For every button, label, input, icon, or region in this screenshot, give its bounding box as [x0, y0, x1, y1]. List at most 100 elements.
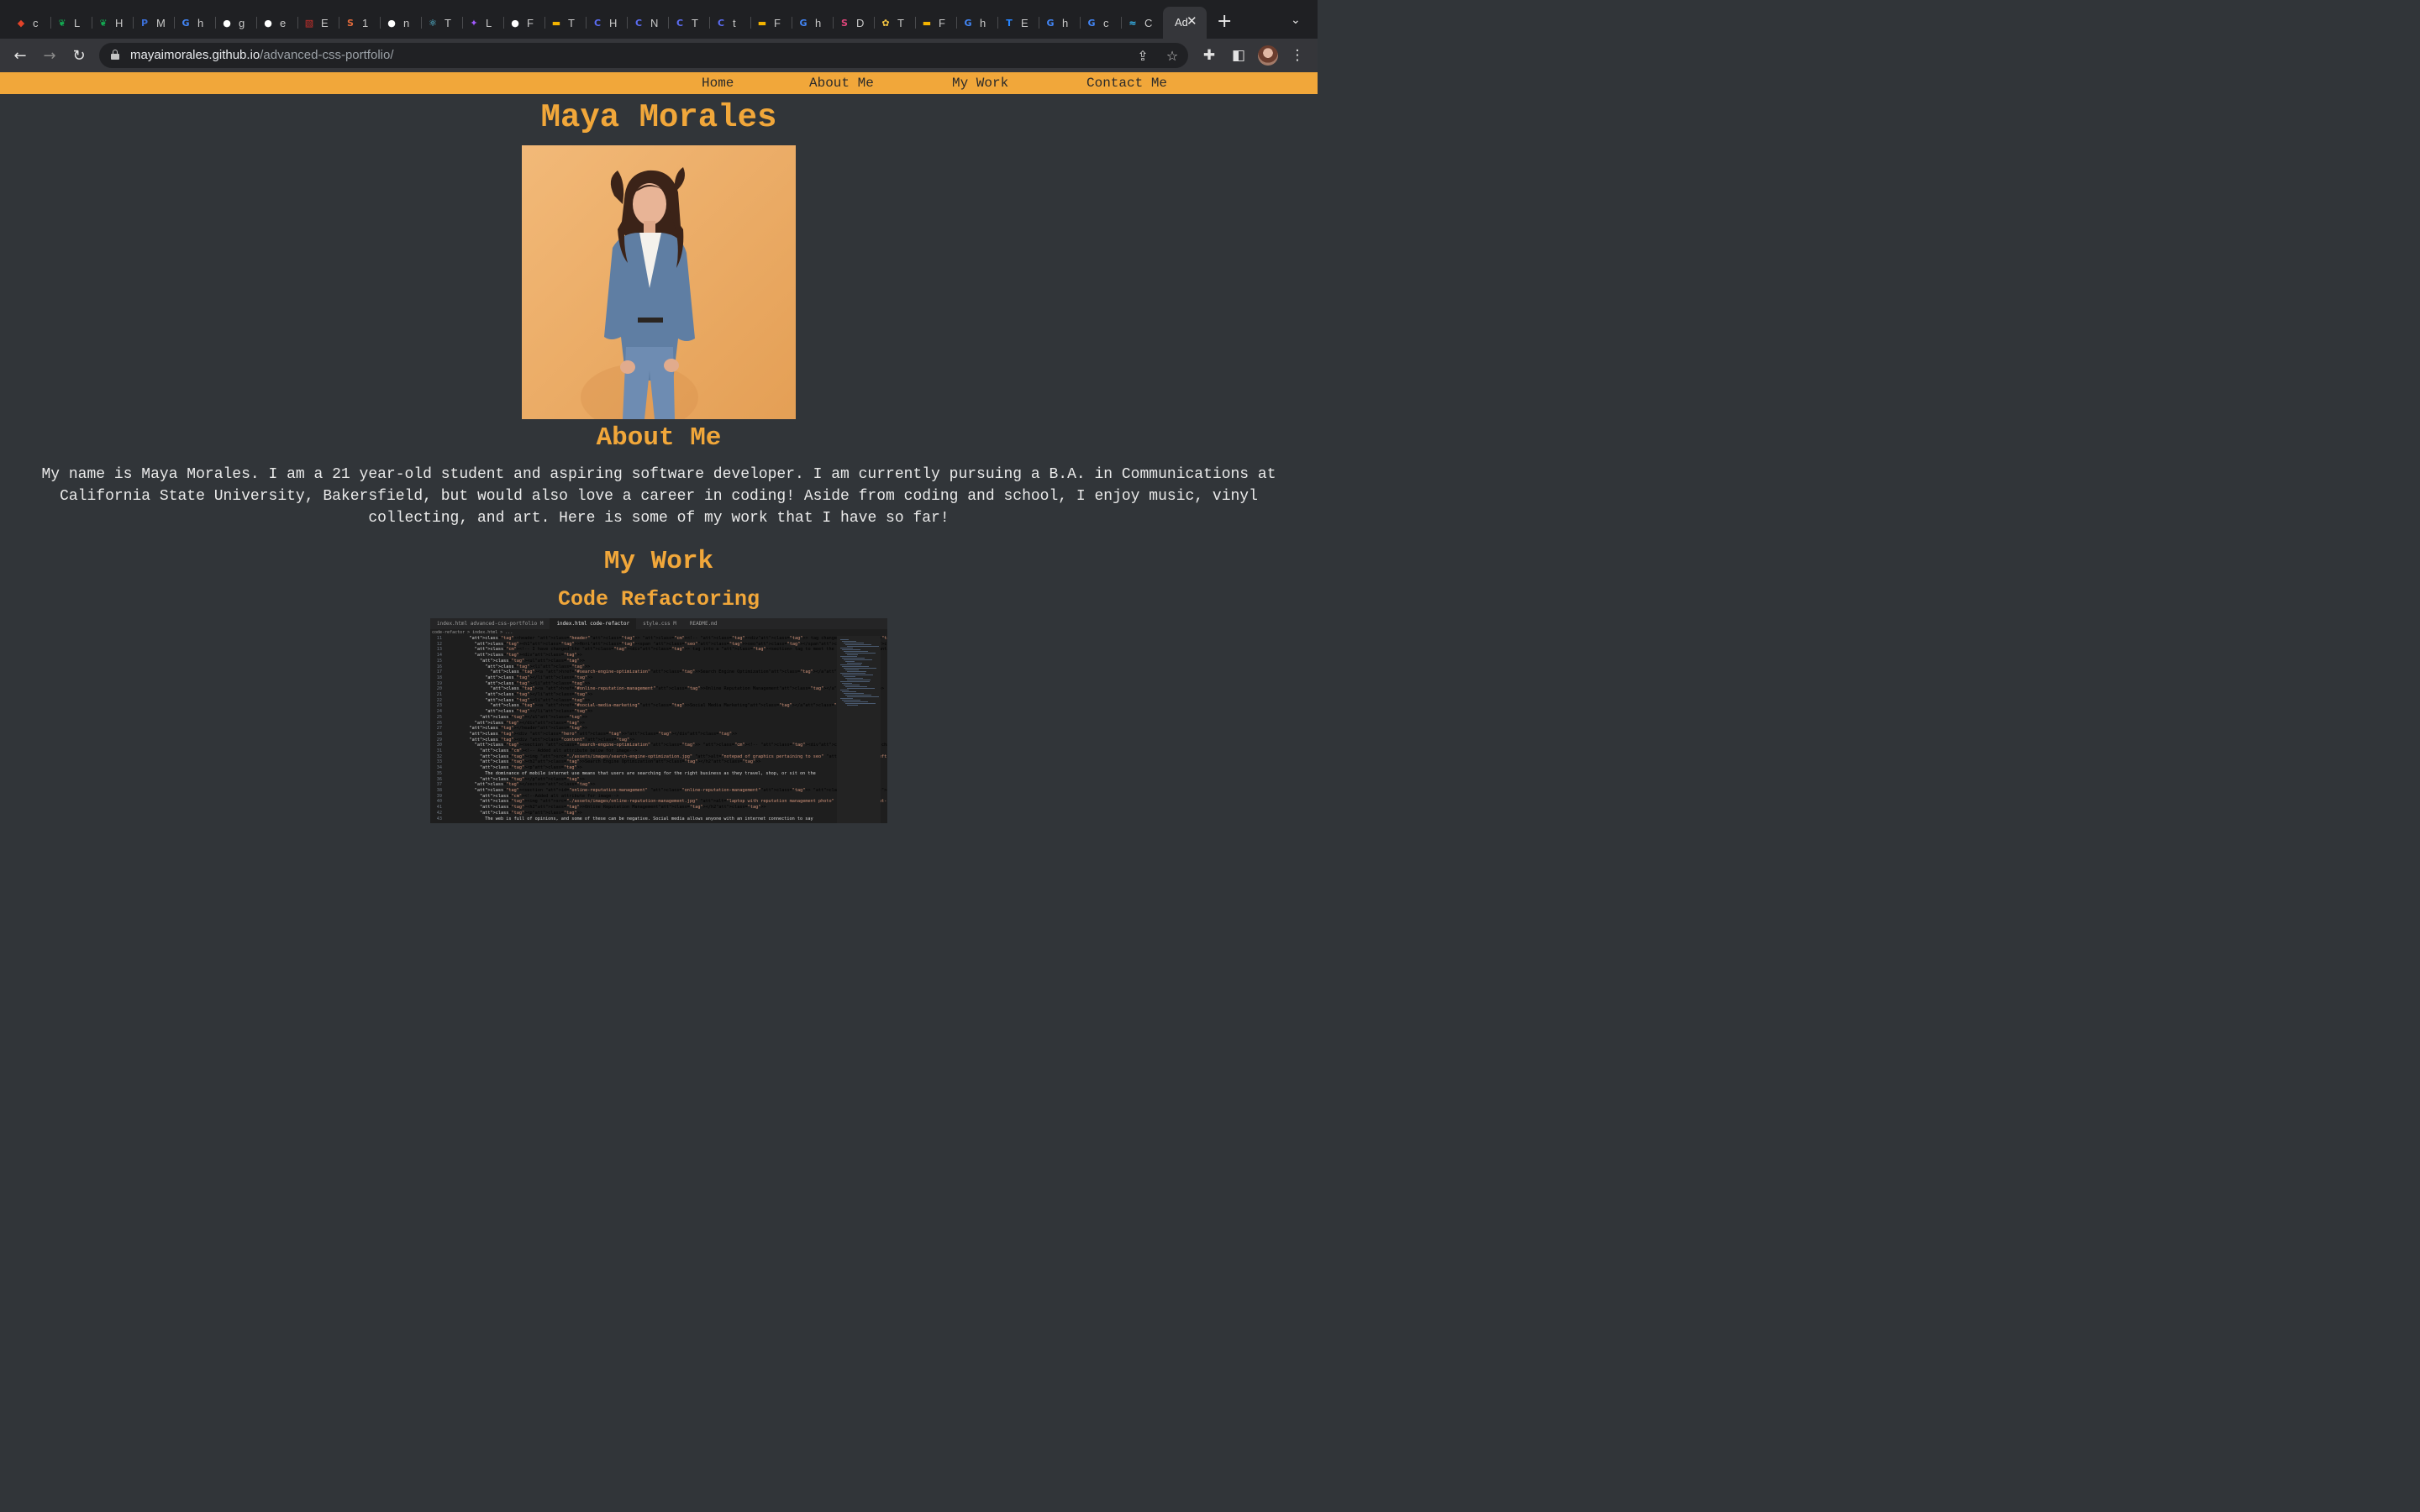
code-line: 34 "att">class="tag"><p"att">class="tag"… [430, 765, 837, 771]
code-line: 25 "att">class="tag"></ul"att">class="ta… [430, 715, 837, 721]
browser-tab[interactable]: ▬ F [755, 13, 781, 32]
browser-tab[interactable]: ● F [508, 13, 534, 32]
react-icon: ⚛ [429, 17, 437, 29]
browser-tab-title: E [321, 16, 329, 29]
minimap-line [847, 688, 875, 689]
line-number: 25 [436, 714, 442, 720]
browser-tab[interactable]: TE [1002, 13, 1028, 32]
code-line: 16 "att">class="tag"><li"att">class="tag… [430, 664, 837, 670]
minimap-line [847, 696, 879, 697]
nav-work-link[interactable]: My Work [952, 76, 1008, 91]
browser-tab-title: F [939, 16, 945, 29]
browser-tab[interactable]: Gh [179, 13, 203, 32]
url-path: /advanced-css-portfolio/ [260, 48, 394, 62]
minimap-line [844, 659, 872, 660]
browser-tab[interactable]: Gh [797, 13, 821, 32]
tab-separator [709, 17, 710, 29]
line-number: 22 [436, 697, 442, 703]
tab-separator [503, 17, 504, 29]
browser-tab[interactable]: ● g [220, 13, 245, 32]
code-line: 23 "att">class="tag"><a "att">href="#soc… [430, 703, 853, 709]
nav-about-link[interactable]: About Me [809, 76, 874, 91]
tab-separator [380, 17, 381, 29]
browser-tab[interactable]: ≈ C [1126, 13, 1152, 32]
side-panel-icon[interactable]: ◧ [1228, 45, 1249, 66]
address-bar[interactable]: mayaimorales.github.io/advanced-css-port… [99, 43, 1188, 68]
browser-tab[interactable]: Gh [1044, 13, 1068, 32]
browser-tab[interactable]: Gc [1085, 13, 1108, 32]
url-text[interactable]: mayaimorales.github.io/advanced-css-port… [130, 48, 394, 62]
browser-tab[interactable]: SD [838, 13, 864, 32]
lock-icon[interactable] [111, 50, 119, 60]
github-icon: ● [223, 17, 231, 29]
browser-tab-title: C [1144, 16, 1153, 29]
extensions-puzzle-icon[interactable]: ✚ [1199, 45, 1219, 66]
browser-tab[interactable]: ▬ T [550, 13, 575, 32]
bookmark-star-icon[interactable]: ☆ [1163, 46, 1181, 65]
browser-tab[interactable]: ✿ T [879, 13, 904, 32]
line-number: 18 [436, 675, 442, 680]
minimap-line [842, 658, 865, 659]
browser-tab[interactable]: ▧ E [302, 13, 329, 32]
active-tab[interactable]: Ad ✕ [1163, 7, 1207, 39]
line-number: 40 [436, 799, 442, 805]
browser-tab[interactable]: CT [673, 13, 698, 32]
browser-tab[interactable]: ❦ L [55, 13, 80, 32]
share-icon[interactable]: ⇪ [1134, 46, 1152, 65]
tab-separator [627, 17, 628, 29]
browser-tab-title: c [33, 16, 39, 29]
line-number: 23 [436, 703, 442, 709]
tab-separator [997, 17, 998, 29]
tab-separator [1121, 17, 1122, 29]
tab-separator [750, 17, 751, 29]
nav-contact-link[interactable]: Contact Me [1086, 76, 1167, 91]
browser-tab[interactable]: Ct [714, 13, 736, 32]
profile-avatar[interactable] [1258, 45, 1278, 66]
google-icon: G [799, 17, 808, 29]
browser-tab[interactable]: CN [632, 13, 658, 32]
tab-separator [50, 17, 51, 29]
browser-tab[interactable]: Gh [961, 13, 986, 32]
browser-tab[interactable]: S1 [344, 13, 368, 32]
browser-tab[interactable]: CH [591, 13, 617, 32]
code-line: 28 "att">class="tag"><div "att">class="h… [430, 732, 837, 738]
github-icon: ● [511, 17, 519, 29]
minimap-line [840, 664, 861, 665]
slides-icon: ▬ [922, 17, 932, 29]
browser-tab-title: T [445, 16, 451, 29]
line-number: 32 [436, 753, 442, 759]
tab-separator [544, 17, 545, 29]
reload-icon[interactable]: ↻ [69, 45, 89, 66]
about-paragraph: My name is Maya Morales. I am a 21 year-… [41, 466, 1276, 527]
browser-tab[interactable]: ● n [385, 13, 409, 32]
tab-separator [462, 17, 463, 29]
minimap-line [847, 663, 862, 664]
tab-separator [668, 17, 669, 29]
code-line: 33 "att">class="tag"><h2"att">class="tag… [430, 759, 837, 765]
nav-home-link[interactable]: Home [702, 76, 734, 91]
forward-arrow-icon[interactable]: → [39, 45, 60, 66]
close-tab-icon[interactable]: ✕ [1186, 13, 1197, 29]
about-heading: About Me [596, 423, 722, 453]
line-number: 13 [436, 647, 442, 653]
browser-tab[interactable]: ⚛ T [426, 13, 451, 32]
browser-tab[interactable]: ◆ c [14, 13, 39, 32]
browser-tab[interactable]: ● e [261, 13, 286, 32]
more-menu-icon[interactable]: ⋮ [1287, 45, 1307, 66]
tab-search-chevron-icon[interactable]: ⌄ [1291, 13, 1301, 27]
t-icon: T [1006, 17, 1013, 29]
back-arrow-icon[interactable]: ← [10, 45, 30, 66]
code-line: 14 "att">class="tag"><div"att">class="ta… [430, 653, 837, 659]
new-tab-button[interactable]: + [1217, 11, 1232, 32]
browser-tab[interactable]: ✦ L [467, 13, 492, 32]
browser-tab[interactable]: PM [138, 13, 166, 32]
code-line: 27 "att">class="tag"></header"att">class… [430, 726, 837, 732]
browser-tab[interactable]: ❦ H [97, 13, 123, 32]
github-icon: ● [264, 17, 272, 29]
code-line: 19 "att">class="tag"><li"att">class="tag… [430, 681, 837, 687]
url-host: mayaimorales.github.io [130, 48, 260, 62]
code-line: 15 "att">class="tag"><ul"att">class="tag… [430, 659, 837, 664]
browser-tab[interactable]: ▬ F [920, 13, 945, 32]
browser-tab-title: E [1021, 16, 1028, 29]
code-refactoring-screenshot[interactable]: index.html advanced-css-portfolio M inde… [430, 618, 887, 823]
